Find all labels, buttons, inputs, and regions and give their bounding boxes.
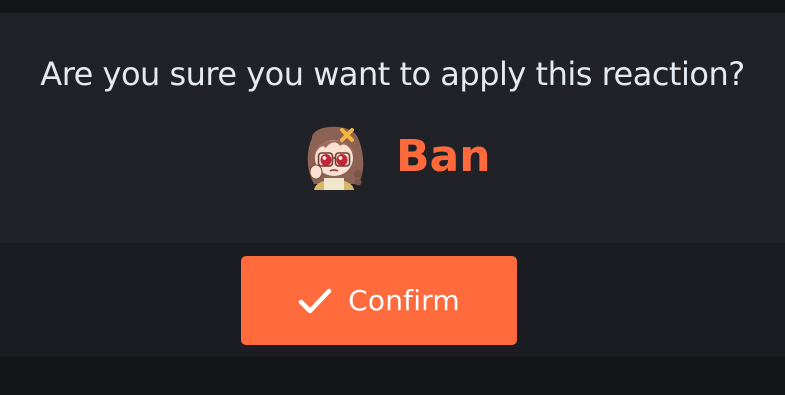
reaction-preview: Ban	[0, 120, 785, 192]
confirmation-question: Are you sure you want to apply this reac…	[40, 55, 745, 93]
anime-girl-avatar-icon	[307, 126, 364, 190]
reaction-name: Ban	[396, 131, 491, 182]
check-icon	[298, 288, 332, 313]
page: Are you sure you want to apply this reac…	[0, 0, 785, 395]
confirm-button-label: Confirm	[348, 284, 460, 317]
confirm-button[interactable]: Confirm	[241, 256, 517, 345]
